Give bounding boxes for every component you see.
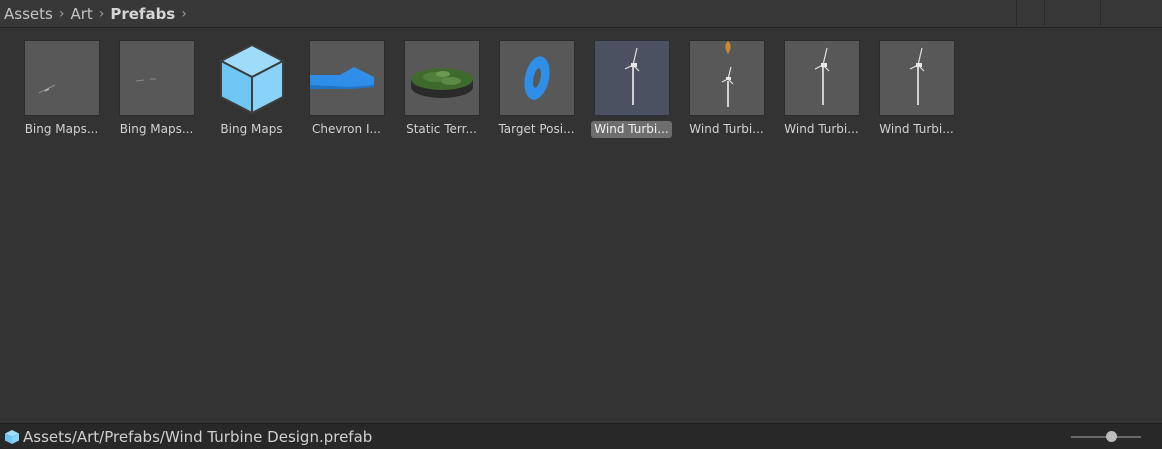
asset-thumbnail	[118, 40, 195, 116]
asset-grid: Bing Maps... Bing Maps... Bing Maps Chev…	[14, 40, 964, 138]
asset-thumbnail	[23, 40, 100, 116]
wind-turbine-with-marker-icon	[721, 41, 733, 107]
selected-asset-path: Assets/Art/Prefabs/Wind Turbine Design.p…	[23, 427, 373, 446]
bing-maps-dashes-prefab-icon	[135, 78, 156, 82]
asset-item[interactable]: Bing Maps	[204, 40, 299, 138]
asset-item[interactable]: Wind Turbi...	[869, 40, 964, 138]
asset-label: Wind Turbi...	[879, 122, 954, 136]
asset-thumbnail	[688, 40, 765, 116]
asset-item[interactable]: Wind Turbi...	[584, 40, 679, 138]
asset-label: Bing Maps...	[119, 122, 194, 136]
wind-turbine-icon	[814, 47, 829, 105]
terrain-disc-icon	[410, 68, 473, 98]
asset-label: Wind Turbi...	[591, 121, 672, 138]
toolbar-divider	[1016, 0, 1017, 28]
ring-icon	[523, 56, 550, 100]
asset-item[interactable]: Bing Maps...	[14, 40, 109, 138]
asset-item[interactable]: Static Terr...	[394, 40, 489, 138]
asset-thumbnail	[878, 40, 955, 116]
breadcrumb-separator: ›	[98, 5, 105, 22]
asset-item[interactable]: Target Posi...	[489, 40, 584, 138]
breadcrumb-art[interactable]: Art	[70, 5, 92, 23]
asset-thumbnail	[783, 40, 860, 116]
status-bar: Assets/Art/Prefabs/Wind Turbine Design.p…	[0, 423, 1162, 449]
asset-item[interactable]: Chevron I...	[299, 40, 394, 138]
asset-thumbnail	[214, 40, 290, 116]
asset-thumbnail	[403, 40, 480, 116]
breadcrumb-separator: ›	[181, 5, 187, 22]
asset-item[interactable]: Wind Turbi...	[774, 40, 869, 138]
asset-label: Static Terr...	[406, 122, 477, 136]
wind-turbine-icon	[624, 47, 639, 105]
asset-label: Bing Maps...	[24, 122, 99, 136]
asset-thumbnail	[593, 40, 670, 116]
prefab-cube-icon	[5, 429, 19, 444]
chevron-shape-icon	[309, 67, 374, 89]
asset-label: Wind Turbi...	[689, 122, 764, 136]
thumbnail-size-slider-handle[interactable]	[1106, 431, 1117, 442]
wind-turbine-icon	[909, 47, 924, 105]
asset-label: Wind Turbi...	[784, 122, 859, 136]
breadcrumb-assets[interactable]: Assets	[4, 5, 53, 23]
breadcrumb-prefabs[interactable]: Prefabs	[110, 5, 175, 23]
breadcrumb-separator: ›	[58, 5, 65, 22]
asset-label: Bing Maps	[220, 122, 283, 136]
toolbar-divider	[1044, 0, 1045, 28]
asset-thumbnail	[308, 40, 385, 116]
asset-label: Target Posi...	[498, 122, 575, 136]
breadcrumb: Assets › Art › Prefabs ›	[0, 0, 1162, 28]
cube-icon	[218, 43, 285, 115]
toolbar-divider	[1100, 0, 1101, 28]
asset-thumbnail	[498, 40, 575, 116]
asset-label: Chevron I...	[312, 122, 381, 136]
asset-item[interactable]: Bing Maps...	[109, 40, 204, 138]
asset-item[interactable]: Wind Turbi...	[679, 40, 774, 138]
bing-maps-streak-prefab-icon	[38, 84, 55, 94]
